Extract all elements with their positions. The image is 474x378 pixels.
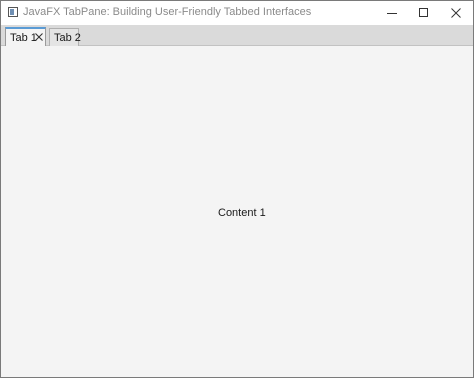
- tab-close-icon[interactable]: [35, 33, 43, 41]
- tab-1[interactable]: Tab 1: [5, 27, 46, 46]
- content-label: Content 1: [218, 207, 266, 219]
- close-icon: [451, 8, 461, 18]
- close-window-button[interactable]: [439, 1, 473, 25]
- tab-content-area: Content 1: [1, 46, 473, 377]
- tab-label: Tab 1: [10, 32, 37, 44]
- window-title: JavaFX TabPane: Building User-Friendly T…: [23, 6, 312, 18]
- tab-header: Tab 1 Tab 2: [1, 25, 473, 46]
- tab-2[interactable]: Tab 2: [49, 28, 81, 46]
- minimize-icon: [387, 13, 397, 14]
- minimize-button[interactable]: [375, 1, 409, 25]
- tab-label: Tab 2: [54, 32, 81, 44]
- maximize-button[interactable]: [407, 1, 441, 25]
- title-bar[interactable]: JavaFX TabPane: Building User-Friendly T…: [1, 1, 473, 25]
- maximize-icon: [419, 8, 428, 17]
- app-window: JavaFX TabPane: Building User-Friendly T…: [0, 0, 474, 378]
- app-icon: [8, 7, 18, 17]
